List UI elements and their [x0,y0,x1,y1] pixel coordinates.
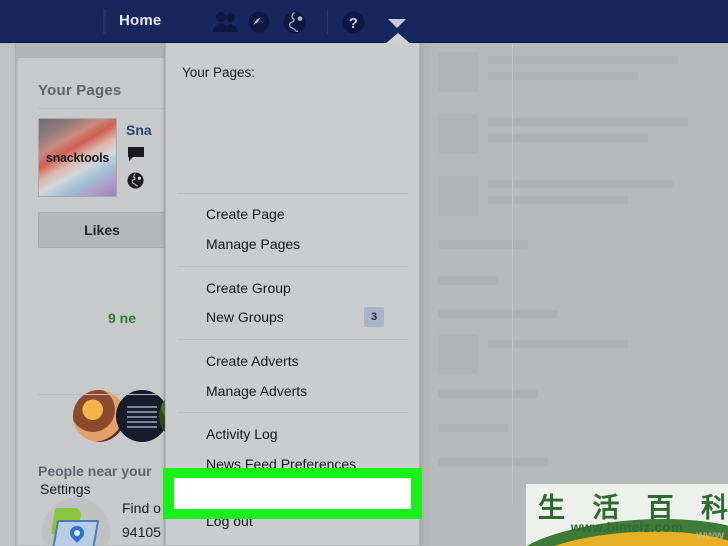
page-globe-icon[interactable] [127,172,144,193]
navbar-left-stub [103,9,106,34]
watermark-ghost-text: www [695,528,724,542]
menu-item-manage-adverts[interactable]: Manage Adverts [206,383,307,399]
new-likes-count: 9 ne [108,310,137,326]
watermark: 生 活 百 科 www.bimeiz.com www [526,484,728,546]
likes-button[interactable]: Likes [38,212,166,248]
page-name-link[interactable]: Sna [126,122,168,138]
messages-icon[interactable] [248,11,270,37]
map-icon [42,498,110,546]
menu-item-create-page[interactable]: Create Page [206,206,285,222]
dropdown-header: Your Pages: [182,65,256,80]
sidebar-divider [38,108,166,109]
menu-separator [178,193,409,194]
navbar-divider [327,9,328,34]
page-messages-icon[interactable] [127,146,145,166]
menu-item-new-groups[interactable]: New Groups [206,309,284,325]
menu-item-settings[interactable]: Settings [40,481,91,497]
friend-requests-icon[interactable] [213,11,239,37]
help-icon[interactable]: ? [342,11,365,38]
notifications-globe-icon[interactable] [283,11,306,38]
account-menu-caret-icon[interactable] [388,19,406,28]
page-thumbnail-label: snacktools [45,150,110,165]
backdrop-left-rail [0,44,16,546]
nav-home-link[interactable]: Home [119,12,161,29]
menu-separator [178,266,409,267]
dropdown-pointer-icon [385,33,411,44]
svg-text:?: ? [349,15,358,32]
facebook-navbar: Home ? [0,0,728,43]
page-thumbnail[interactable]: snacktools [38,118,117,197]
new-groups-badge: 3 [364,307,384,327]
people-near-header: People near your [38,463,152,479]
menu-separator [178,412,409,413]
sidebar-panel: Your Pages snacktools Sna Likes 9 ne Peo… [17,58,211,546]
menu-separator [178,339,409,340]
sidebar-header: Your Pages [38,82,122,99]
backdrop-newsfeed [430,44,728,546]
settings-highlight-inner [174,478,411,509]
menu-item-manage-pages[interactable]: Manage Pages [206,236,300,252]
menu-item-create-group[interactable]: Create Group [206,280,291,296]
backdrop-column-divider [512,44,513,504]
menu-item-create-adverts[interactable]: Create Adverts [206,353,299,369]
settings-highlight-box [163,468,422,519]
likes-button-label: Likes [84,222,120,238]
sidebar-divider [38,394,166,395]
menu-item-activity-log[interactable]: Activity Log [206,426,278,442]
screenshot-root: Your Pages snacktools Sna Likes 9 ne Peo… [0,0,728,546]
